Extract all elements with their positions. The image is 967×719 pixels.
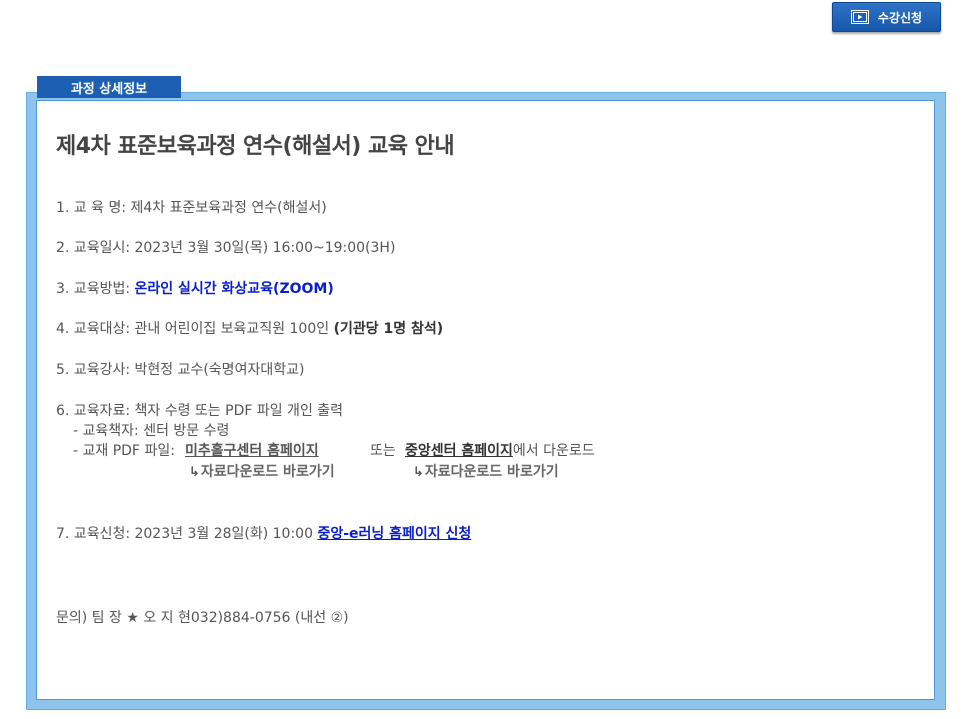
course-materials-line: 6. 교육자료: 책자 수령 또는 PDF 파일 개인 출력 [56,403,344,419]
course-method-line: 3. 교육방법: 온라인 실시간 화상교육(ZOOM) [56,279,334,299]
download-link-central[interactable]: ↳자료다운로드 바로가기 [413,462,559,483]
elearning-apply-link[interactable]: 중앙-e러닝 홈페이지 신청 [317,526,471,542]
course-target-note: (기관당 1명 참석) [333,321,444,337]
video-icon [850,10,869,24]
or-text: 또는 [370,443,396,459]
materials-book-line: - 교육책자: 센터 방문 수령 [73,423,230,439]
tab-course-detail: 과정 상세정보 [37,76,181,98]
download-link-central-label: 자료다운로드 바로가기 [424,464,559,480]
course-target-line: 4. 교육대상: 관내 어린이집 보육교직원 100인 (기관당 1명 참석) [56,319,443,339]
central-center-homepage-link[interactable]: 중앙센터 홈페이지 [405,443,513,459]
course-method-value: 온라인 실시간 화상교육(ZOOM) [134,281,334,297]
materials-pdf-line: - 교재 PDF 파일: [73,441,175,461]
enroll-button[interactable]: 수강신청 [832,2,941,32]
course-apply-label: 7. 교육신청: 2023년 3월 28일(화) 10:00 [56,526,318,542]
materials-pdf-label: - 교재 PDF 파일: [73,443,175,459]
course-instructor-line: 5. 교육강사: 박현정 교수(숙명여자대학교) [56,362,305,378]
enroll-button-label: 수강신청 [877,10,923,25]
michuhol-center-homepage-link[interactable]: 미추홀구센터 홈페이지 [185,441,319,461]
download-link-michuhol[interactable]: ↳자료다운로드 바로가기 [189,462,335,483]
contact-line: 문의) 팀 장 ★ 오 지 현032)884-0756 (내선 ②) [56,610,349,626]
course-date-line: 2. 교육일시: 2023년 3월 30일(목) 16:00~19:00(3H) [56,240,396,256]
download-suffix: 에서 다운로드 [512,443,595,459]
course-name-line: 1. 교 육 명: 제4차 표준보육과정 연수(해설서) [56,200,327,216]
course-method-label: 3. 교육방법: [56,281,135,297]
course-target-label: 4. 교육대상: 관내 어린이집 보육교직원 100인 [56,321,334,337]
return-arrow-icon: ↳ [189,465,200,480]
return-arrow-icon: ↳ [413,465,424,480]
central-center-link-group: 중앙센터 홈페이지에서 다운로드 [405,441,595,461]
page-title: 제4차 표준보육과정 연수(해설서) 교육 안내 [56,134,455,159]
download-link-michuhol-label: 자료다운로드 바로가기 [200,464,335,480]
course-apply-line: 7. 교육신청: 2023년 3월 28일(화) 10:00 중앙-e러닝 홈페… [56,524,471,544]
